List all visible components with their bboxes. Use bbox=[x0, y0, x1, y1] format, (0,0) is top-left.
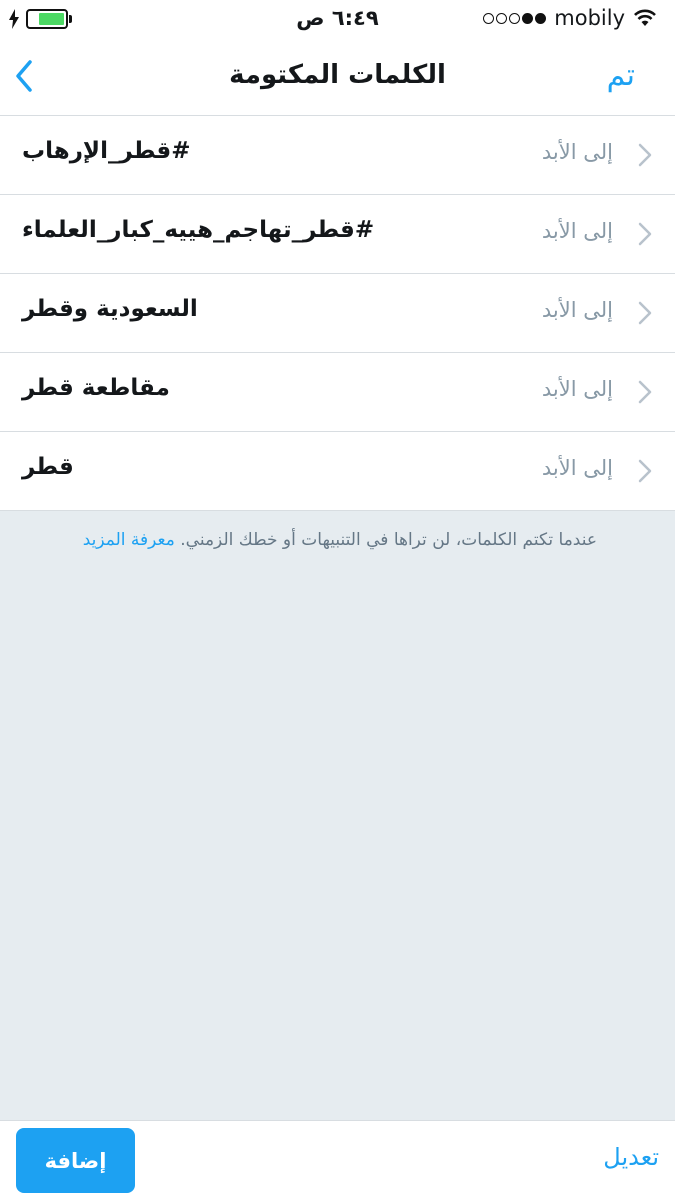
mute-duration: إلى الأبد bbox=[541, 140, 613, 164]
edit-button[interactable]: تعديل bbox=[603, 1143, 659, 1171]
muted-word: قطر bbox=[22, 454, 74, 480]
info-description: عندما تكتم الكلمات، لن تراها في التنبيها… bbox=[180, 530, 597, 550]
mute-duration: إلى الأبد bbox=[541, 298, 613, 322]
chevron-right-icon bbox=[638, 380, 652, 404]
nav-bar: الكلمات المكتومة تم bbox=[0, 38, 675, 116]
muted-word: #قطر_تهاجم_هييه_كبار_العلماء bbox=[22, 217, 375, 243]
page-title: الكلمات المكتومة bbox=[229, 60, 446, 90]
learn-more-link[interactable]: معرفة المزيد bbox=[83, 530, 175, 550]
carrier-name: mobily bbox=[554, 6, 625, 30]
muted-word-row[interactable]: إلى الأبد قطر bbox=[0, 432, 675, 511]
signal-strength-icon bbox=[483, 12, 547, 24]
muted-words-list: إلى الأبد #قطر_الإرهاب إلى الأبد #قطر_تهاجم… bbox=[0, 116, 675, 511]
chevron-right-icon bbox=[638, 301, 652, 325]
chevron-right-icon bbox=[638, 459, 652, 483]
muted-word-row[interactable]: إلى الأبد #قطر_الإرهاب bbox=[0, 116, 675, 195]
wifi-icon bbox=[634, 9, 656, 26]
chevron-right-icon bbox=[638, 222, 652, 246]
signal-dot bbox=[522, 12, 534, 24]
muted-word-row[interactable]: إلى الأبد مقاطعة قطر bbox=[0, 353, 675, 432]
signal-dot bbox=[535, 12, 547, 24]
chevron-right-icon bbox=[638, 143, 652, 167]
add-button[interactable]: إضافة bbox=[16, 1128, 135, 1193]
status-bar: ٦:٤٩ ص mobily bbox=[0, 0, 675, 38]
mute-duration: إلى الأبد bbox=[541, 377, 613, 401]
muted-word: #قطر_الإرهاب bbox=[22, 138, 191, 164]
muted-word: السعودية وقطر bbox=[22, 296, 198, 322]
info-text: عندما تكتم الكلمات، لن تراها في التنبيها… bbox=[20, 530, 597, 550]
carrier-group: mobily bbox=[483, 6, 665, 30]
done-button[interactable]: تم bbox=[607, 58, 635, 93]
signal-dot bbox=[483, 12, 495, 24]
mute-duration: إلى الأبد bbox=[541, 219, 613, 243]
mute-duration: إلى الأبد bbox=[541, 456, 613, 480]
signal-dot bbox=[496, 12, 508, 24]
muted-word-row[interactable]: إلى الأبد #قطر_تهاجم_هييه_كبار_العلماء bbox=[0, 195, 675, 274]
muted-word-row[interactable]: إلى الأبد السعودية وقطر bbox=[0, 274, 675, 353]
bottom-toolbar: إضافة تعديل bbox=[0, 1120, 675, 1200]
muted-word: مقاطعة قطر bbox=[22, 375, 170, 401]
signal-dot bbox=[509, 12, 521, 24]
